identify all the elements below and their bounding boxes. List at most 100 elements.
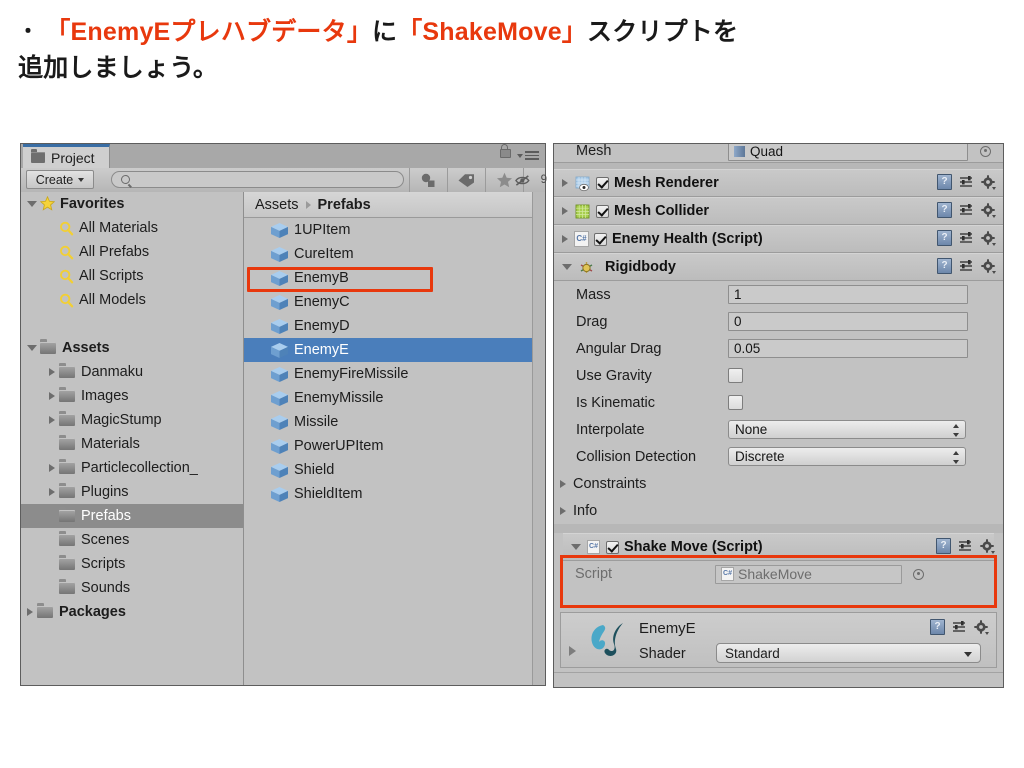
chevron-right-icon[interactable] bbox=[49, 488, 55, 496]
help-icon[interactable]: ? bbox=[937, 202, 952, 218]
project-tree-panel[interactable]: Favorites All Materials All Prefabs All Scr… bbox=[21, 192, 244, 685]
mesh-value-field[interactable]: Quad bbox=[728, 144, 968, 161]
chevron-right-icon[interactable] bbox=[49, 464, 55, 472]
chevron-right-icon[interactable] bbox=[569, 646, 576, 656]
gear-icon[interactable] bbox=[974, 619, 989, 635]
project-asset-list-panel[interactable]: Assets Prefabs 1UPItem CureItem EnemyB Enem… bbox=[244, 192, 532, 685]
tree-item-scripts[interactable]: Scripts bbox=[21, 552, 243, 576]
rigidbody-interpolate-dropdown[interactable]: None bbox=[728, 420, 966, 439]
component-enabled-checkbox[interactable] bbox=[594, 232, 607, 246]
tree-item-prefabs[interactable]: Prefabs bbox=[21, 504, 243, 528]
component-header-mesh-collider[interactable]: Mesh Collider? bbox=[554, 197, 1003, 225]
tree-item-packages[interactable]: Packages bbox=[21, 600, 243, 624]
rigidbody-angular-drag-field[interactable]: 0.05 bbox=[728, 339, 968, 358]
chevron-right-icon[interactable] bbox=[562, 235, 568, 243]
preset-icon[interactable] bbox=[959, 203, 974, 217]
tab-project[interactable]: Project bbox=[23, 144, 110, 168]
tree-item-all-scripts[interactable]: All Scripts bbox=[21, 264, 243, 288]
tree-item-favorites[interactable]: Favorites bbox=[21, 192, 243, 216]
chevron-right-icon[interactable] bbox=[562, 179, 568, 187]
asset-item-enemymissile[interactable]: EnemyMissile bbox=[244, 386, 532, 410]
lock-icon[interactable] bbox=[500, 144, 511, 158]
help-icon[interactable]: ? bbox=[936, 538, 951, 554]
tree-item-magicstump[interactable]: MagicStump bbox=[21, 408, 243, 432]
preset-icon[interactable] bbox=[959, 259, 974, 273]
shader-dropdown[interactable]: Standard bbox=[716, 643, 981, 663]
tree-item-particlecollection[interactable]: Particlecollection_ bbox=[21, 456, 243, 480]
object-picker-icon[interactable] bbox=[913, 568, 924, 580]
rigidbody-collision-detection-dropdown[interactable]: Discrete bbox=[728, 447, 966, 466]
chevron-down-icon[interactable] bbox=[517, 154, 523, 158]
search-input[interactable] bbox=[111, 171, 404, 188]
filter-by-type-button[interactable] bbox=[409, 168, 447, 192]
foldout-info[interactable]: Info bbox=[554, 497, 1003, 524]
tree-item-danmaku[interactable]: Danmaku bbox=[21, 360, 243, 384]
component-header-mesh-renderer[interactable]: Mesh Renderer? bbox=[554, 169, 1003, 197]
tree-item-materials[interactable]: Materials bbox=[21, 432, 243, 456]
gear-icon[interactable] bbox=[980, 538, 995, 554]
asset-item-missile[interactable]: Missile bbox=[244, 410, 532, 434]
hamburger-menu-icon[interactable] bbox=[525, 151, 539, 160]
asset-item-powerupitem[interactable]: PowerUPItem bbox=[244, 434, 532, 458]
chevron-right-icon[interactable] bbox=[49, 368, 55, 376]
asset-item-1upitem[interactable]: 1UPItem bbox=[244, 218, 532, 242]
preset-icon[interactable] bbox=[952, 620, 967, 634]
object-picker-icon[interactable] bbox=[980, 145, 991, 157]
asset-item-shielditem[interactable]: ShieldItem bbox=[244, 482, 532, 506]
asset-item-cureitem[interactable]: CureItem bbox=[244, 242, 532, 266]
help-icon[interactable]: ? bbox=[930, 619, 945, 635]
tree-item-all-prefabs[interactable]: All Prefabs bbox=[21, 240, 243, 264]
preset-icon[interactable] bbox=[959, 175, 974, 189]
asset-item-enemyc[interactable]: EnemyC bbox=[244, 290, 532, 314]
gear-icon[interactable] bbox=[981, 230, 996, 246]
asset-item-enemyfiremissile[interactable]: EnemyFireMissile bbox=[244, 362, 532, 386]
tree-item-all-materials[interactable]: All Materials bbox=[21, 216, 243, 240]
asset-item-enemye[interactable]: EnemyE bbox=[244, 338, 532, 362]
gear-icon[interactable] bbox=[981, 202, 996, 218]
component-enabled-checkbox[interactable] bbox=[606, 540, 619, 554]
rigidbody-mass-field[interactable]: 1 bbox=[728, 285, 968, 304]
folder-icon bbox=[59, 579, 75, 594]
asset-item-shield[interactable]: Shield bbox=[244, 458, 532, 482]
chevron-down-icon[interactable] bbox=[27, 201, 37, 207]
tree-item-scenes[interactable]: Scenes bbox=[21, 528, 243, 552]
filter-by-label-button[interactable] bbox=[447, 168, 485, 192]
chevron-right-icon[interactable] bbox=[560, 479, 566, 488]
component-enabled-checkbox[interactable] bbox=[596, 176, 609, 190]
tree-item-sounds[interactable]: Sounds bbox=[21, 576, 243, 600]
component-header-shake-move[interactable]: C# Shake Move (Script) ? bbox=[563, 533, 995, 561]
hidden-assets-button[interactable]: 9 bbox=[515, 168, 547, 192]
gear-icon[interactable] bbox=[981, 174, 996, 190]
breadcrumb-root[interactable]: Assets bbox=[255, 197, 299, 213]
component-header-rigidbody[interactable]: Rigidbody ? bbox=[554, 253, 1003, 281]
chevron-down-icon[interactable] bbox=[27, 345, 37, 351]
script-reference-field[interactable]: C# ShakeMove bbox=[715, 564, 902, 584]
gear-icon[interactable] bbox=[981, 258, 996, 274]
create-button[interactable]: Create bbox=[26, 170, 94, 189]
chevron-right-icon[interactable] bbox=[562, 207, 568, 215]
project-scrollbar[interactable] bbox=[532, 192, 545, 685]
help-icon[interactable]: ? bbox=[937, 258, 952, 274]
component-enabled-checkbox[interactable] bbox=[596, 204, 609, 218]
preset-icon[interactable] bbox=[959, 231, 974, 245]
chevron-right-icon[interactable] bbox=[27, 608, 33, 616]
chevron-down-icon[interactable] bbox=[571, 544, 581, 550]
component-header-enemy-health-script[interactable]: C# Enemy Health (Script)? bbox=[554, 225, 1003, 253]
tree-item-plugins[interactable]: Plugins bbox=[21, 480, 243, 504]
chevron-right-icon[interactable] bbox=[560, 506, 566, 515]
asset-item-enemyb[interactable]: EnemyB bbox=[244, 266, 532, 290]
rigidbody-use-gravity-checkbox[interactable] bbox=[728, 368, 743, 383]
rigidbody-is-kinematic-checkbox[interactable] bbox=[728, 395, 743, 410]
rigidbody-drag-field[interactable]: 0 bbox=[728, 312, 968, 331]
chevron-right-icon[interactable] bbox=[49, 392, 55, 400]
help-icon[interactable]: ? bbox=[937, 230, 952, 246]
chevron-down-icon[interactable] bbox=[562, 264, 572, 270]
preset-icon[interactable] bbox=[958, 539, 973, 553]
asset-item-enemyd[interactable]: EnemyD bbox=[244, 314, 532, 338]
tree-item-images[interactable]: Images bbox=[21, 384, 243, 408]
chevron-right-icon[interactable] bbox=[49, 416, 55, 424]
foldout-constraints[interactable]: Constraints bbox=[554, 470, 1003, 497]
tree-item-assets[interactable]: Assets bbox=[21, 336, 243, 360]
tree-item-all-models[interactable]: All Models bbox=[21, 288, 243, 312]
help-icon[interactable]: ? bbox=[937, 174, 952, 190]
